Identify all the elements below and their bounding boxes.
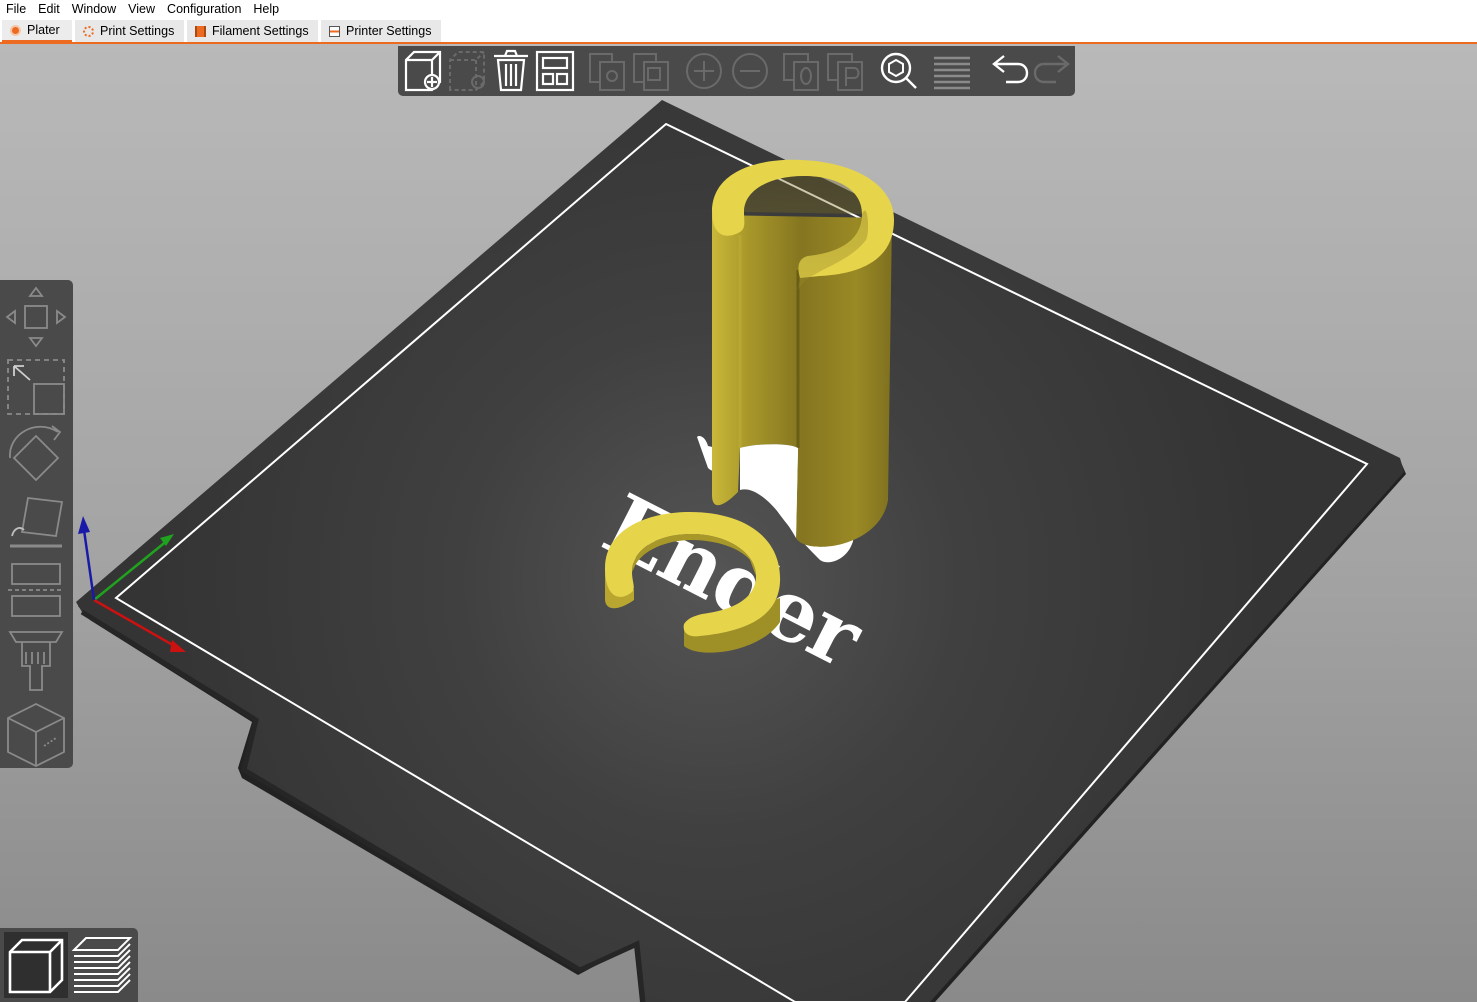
- tab-bar: Plater Print Settings Filament Settings …: [0, 18, 1477, 44]
- menu-help[interactable]: Help: [247, 0, 285, 18]
- printer-icon: [329, 25, 340, 37]
- top-toolbar: [398, 46, 1075, 96]
- copy-icon[interactable]: [589, 53, 625, 91]
- 3d-scene: Ender: [76, 100, 1406, 1002]
- left-toolbar-icons: [5, 286, 67, 768]
- menu-window[interactable]: Window: [66, 0, 122, 18]
- redo-icon[interactable]: [1033, 55, 1070, 84]
- add-object-icon[interactable]: [404, 50, 442, 92]
- tab-printer-settings[interactable]: Printer Settings: [321, 20, 441, 42]
- search-icon[interactable]: [880, 52, 917, 89]
- minus-circle-icon[interactable]: [732, 53, 768, 89]
- menu-bar: File Edit Window View Configuration Help: [0, 0, 1477, 18]
- layers-icon[interactable]: [934, 56, 970, 90]
- tab-filament-settings-label: Filament Settings: [212, 24, 309, 38]
- trash-icon[interactable]: [494, 49, 528, 92]
- scale-icon[interactable]: [7, 359, 65, 415]
- split-parts-icon[interactable]: [827, 53, 863, 91]
- paint-brush-icon[interactable]: [8, 631, 64, 691]
- print-settings-icon: [83, 25, 94, 37]
- menu-view[interactable]: View: [122, 0, 161, 18]
- split-objects-icon[interactable]: [783, 53, 819, 91]
- view-toolbar-icons: [4, 932, 133, 998]
- tab-plater-label: Plater: [27, 23, 60, 37]
- menu-configuration[interactable]: Configuration: [161, 0, 247, 18]
- view-toolbar: [0, 928, 138, 1002]
- remove-object-icon[interactable]: [449, 51, 485, 91]
- left-toolbar: [0, 280, 73, 768]
- tab-print-settings[interactable]: Print Settings: [75, 20, 184, 42]
- filament-spool-icon: [195, 25, 206, 37]
- tab-filament-settings[interactable]: Filament Settings: [187, 20, 318, 42]
- menu-file[interactable]: File: [0, 0, 32, 18]
- 3d-viewport[interactable]: Ender: [0, 44, 1477, 1002]
- rotate-icon[interactable]: [9, 425, 62, 482]
- plater-icon: [10, 24, 21, 36]
- paste-icon[interactable]: [633, 53, 669, 91]
- undo-icon[interactable]: [992, 55, 1029, 84]
- layers-preview-icon[interactable]: [71, 937, 133, 993]
- move-icon[interactable]: [5, 286, 67, 348]
- menu-edit[interactable]: Edit: [32, 0, 66, 18]
- tab-plater[interactable]: Plater: [2, 20, 72, 42]
- tab-print-settings-label: Print Settings: [100, 24, 175, 38]
- tab-printer-settings-label: Printer Settings: [346, 24, 432, 38]
- arrange-icon[interactable]: [535, 50, 575, 92]
- cube-icon[interactable]: [7, 702, 65, 768]
- cut-icon[interactable]: [8, 563, 64, 617]
- top-toolbar-icons: [404, 49, 1070, 92]
- place-on-face-icon[interactable]: [10, 497, 64, 548]
- plus-circle-icon[interactable]: [686, 53, 722, 89]
